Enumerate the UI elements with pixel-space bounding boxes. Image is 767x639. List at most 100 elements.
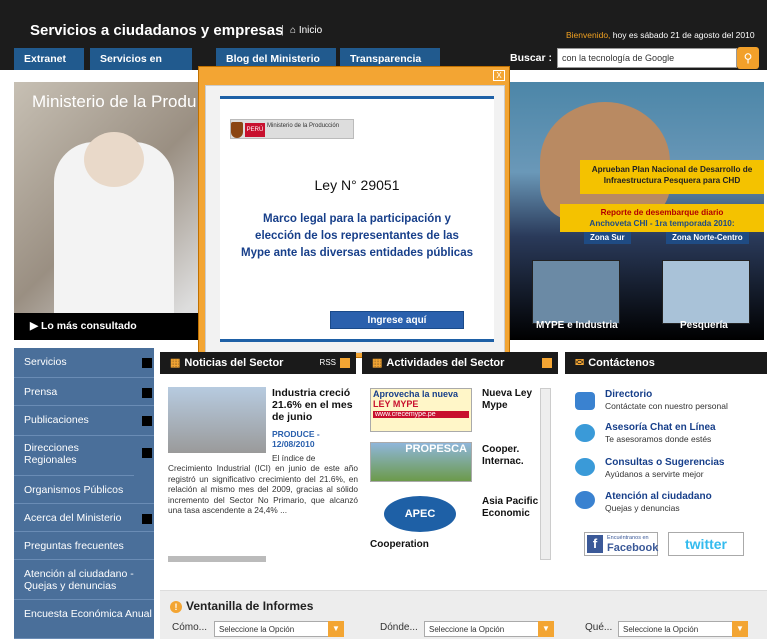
- donde-select[interactable]: Seleccione la Opción ▼: [424, 621, 554, 637]
- bullet-icon: [142, 514, 152, 524]
- que-select[interactable]: Seleccione la Opción ▼: [618, 621, 748, 637]
- chevron-down-icon[interactable]: ▼: [328, 621, 344, 637]
- ministry-logo: PERÚ Ministerio de la Producción: [230, 119, 354, 139]
- logo-ministry-name: Ministerio de la Producción: [267, 123, 340, 129]
- marco-legal-text: Marco legal para la participación y elec…: [240, 213, 473, 259]
- act-item-cooperation[interactable]: Cooperation: [370, 539, 429, 551]
- lo-mas-consultado[interactable]: ▶ Lo más consultado: [14, 313, 200, 340]
- banner-plan-nacional[interactable]: Aprueban Plan Nacional de Desarrollo de …: [580, 160, 764, 194]
- mype-thumbnail[interactable]: [532, 260, 620, 324]
- news-date-value: 12/08/2010: [272, 439, 315, 449]
- facebook-button[interactable]: f Encuéntranos en Facebook: [584, 532, 658, 556]
- propesca-label: PROPESCA: [405, 443, 467, 455]
- pesqueria-thumbnail[interactable]: [662, 260, 750, 324]
- zona-sur-button[interactable]: Zona Sur: [584, 232, 631, 244]
- sidebar-item-atencion[interactable]: Atención al ciudadano - Quejas y denunci…: [14, 560, 154, 600]
- actividades-title: Actividades del Sector: [386, 357, 505, 369]
- chevron-down-icon[interactable]: ▼: [538, 621, 554, 637]
- info-icon: !: [170, 601, 182, 613]
- arrow-icon[interactable]: [542, 358, 552, 368]
- contact-consultas[interactable]: Consultas o Sugerencias Ayúdanos a servi…: [605, 457, 724, 479]
- contact-sub: Contáctate con nuestro personal: [605, 401, 728, 411]
- chat-icon: [575, 424, 595, 442]
- sidebar-item-acerca[interactable]: Acerca del Ministerio: [14, 504, 154, 532]
- contact-title: Atención al ciudadano: [605, 491, 712, 502]
- rss-link[interactable]: RSS: [320, 352, 336, 374]
- sidebar-item-label: Publicaciones: [24, 414, 89, 426]
- facebook-label: Facebook: [607, 542, 659, 554]
- contacto-title: Contáctenos: [588, 357, 655, 369]
- sidebar-item-label: Servicios: [24, 356, 67, 368]
- news-building-image[interactable]: [168, 387, 266, 453]
- contact-chat[interactable]: Asesoría Chat en Línea Te asesoramos don…: [605, 422, 716, 444]
- como-select[interactable]: Seleccione la Opción ▼: [214, 621, 344, 637]
- zona-norte-button[interactable]: Zona Norte-Centro: [666, 232, 749, 244]
- popup-modal: X PERÚ Ministerio de la Producción Ley N…: [198, 66, 510, 358]
- news-body: Crecimiento Industrial (ICI) en junio de…: [168, 463, 358, 515]
- chevron-down-icon[interactable]: ▼: [732, 621, 748, 637]
- tab-extranet[interactable]: Extranet: [14, 48, 84, 70]
- welcome-date: hoy es sábado 21 de agosto del 2010: [610, 30, 755, 40]
- sidebar-item-servicios[interactable]: Servicios: [14, 348, 154, 378]
- popup-card: PERÚ Ministerio de la Producción Ley N° …: [220, 96, 494, 342]
- contact-directorio[interactable]: Directorio Contáctate con nuestro person…: [605, 389, 728, 411]
- sidebar-item-label: Preguntas frecuentes: [24, 540, 124, 552]
- sidebar-item-encuesta[interactable]: Encuesta Económica Anual: [14, 600, 154, 639]
- sidebar-item-preguntas[interactable]: Preguntas frecuentes: [14, 532, 154, 560]
- popup-content: PERÚ Ministerio de la Producción Ley N° …: [205, 85, 505, 353]
- propesca-image[interactable]: PROPESCA: [370, 442, 472, 482]
- mail-icon: ✉: [575, 357, 585, 369]
- baker-head: [84, 132, 144, 187]
- sidebar-item-label: Acerca del Ministerio: [24, 512, 122, 524]
- actividades-scrollbar[interactable]: [540, 388, 551, 560]
- contact-sub: Quejas y denuncias: [605, 503, 680, 513]
- search-label: Buscar :: [510, 52, 553, 64]
- ley-heading: Ley N° 29051: [314, 177, 400, 193]
- bullet-icon: [142, 416, 152, 426]
- search-icon: ⚲: [743, 51, 753, 65]
- tab-servicios-en-linea[interactable]: Servicios en Linea: [90, 48, 192, 87]
- sidebar-item-organismos[interactable]: Organismos Públicos: [14, 476, 154, 504]
- banner-desembarque[interactable]: Reporte de desembarque diario Anchoveta …: [560, 204, 764, 232]
- contact-title: Consultas o Sugerencias: [605, 457, 725, 468]
- ventanilla-panel: ! Ventanilla de Informes Cómo... Seleccio…: [160, 590, 767, 639]
- question-icon: [575, 458, 595, 476]
- contact-title: Directorio: [605, 389, 653, 400]
- news-second-image[interactable]: [168, 556, 266, 562]
- apec-logo[interactable]: APEC: [384, 496, 456, 532]
- sidebar-item-prensa[interactable]: Prensa: [14, 378, 154, 406]
- welcome-prefix: Bienvenido,: [566, 30, 611, 40]
- hero-right-panel: Aprueban Plan Nacional de Desarrollo de …: [510, 82, 764, 340]
- close-icon[interactable]: X: [493, 70, 505, 81]
- donde-select-value: Seleccione la Opción: [429, 625, 505, 634]
- news-headline[interactable]: Industria creció 21.6% en el mes de juni…: [272, 387, 362, 423]
- sidebar-item-label: Direcciones Regionales: [24, 442, 79, 466]
- sidebar-item-direcciones[interactable]: Direcciones Regionales: [14, 436, 134, 476]
- contact-title: Asesoría Chat en Línea: [605, 422, 716, 433]
- contact-sub: Ayúdanos a servirte mejor: [605, 469, 704, 479]
- search-button[interactable]: ⚲: [737, 47, 759, 69]
- que-label: Qué...: [585, 622, 613, 633]
- news-source: PRODUCE -: [272, 429, 320, 439]
- bullet-icon: [142, 388, 152, 398]
- mype-caption[interactable]: MYPE e Industria: [536, 320, 618, 331]
- shield-icon: [231, 122, 243, 138]
- facebook-small-text: Encuéntranos en: [607, 535, 649, 541]
- pesqueria-caption[interactable]: Pesquería: [680, 320, 728, 331]
- como-select-value: Seleccione la Opción: [219, 625, 295, 634]
- search-input[interactable]: con la tecnología de Google: [557, 48, 737, 68]
- twitter-button[interactable]: twitter: [668, 532, 744, 556]
- logo-peru: PERÚ: [245, 123, 265, 137]
- ingrese-button[interactable]: Ingrese aquí: [330, 311, 464, 329]
- title-separator: |: [281, 24, 284, 36]
- contact-sub: Te asesoramos donde estés: [605, 434, 712, 444]
- ley-mype-image[interactable]: Aprovecha la nueva LEY MYPE www.crecemyp…: [370, 388, 472, 432]
- sidebar-item-label: Encuesta Económica Anual: [24, 608, 152, 620]
- bullet-icon: [142, 358, 152, 368]
- sidebar-item-publicaciones[interactable]: Publicaciones: [14, 406, 154, 436]
- ley-mype-line2: LEY MYPE: [373, 399, 419, 409]
- home-link[interactable]: ⌂ Inicio: [290, 25, 322, 36]
- contacto-header: ✉ Contáctenos: [565, 352, 767, 374]
- rss-icon[interactable]: [340, 358, 350, 368]
- contact-atencion[interactable]: Atención al ciudadano Quejas y denuncias: [605, 491, 712, 513]
